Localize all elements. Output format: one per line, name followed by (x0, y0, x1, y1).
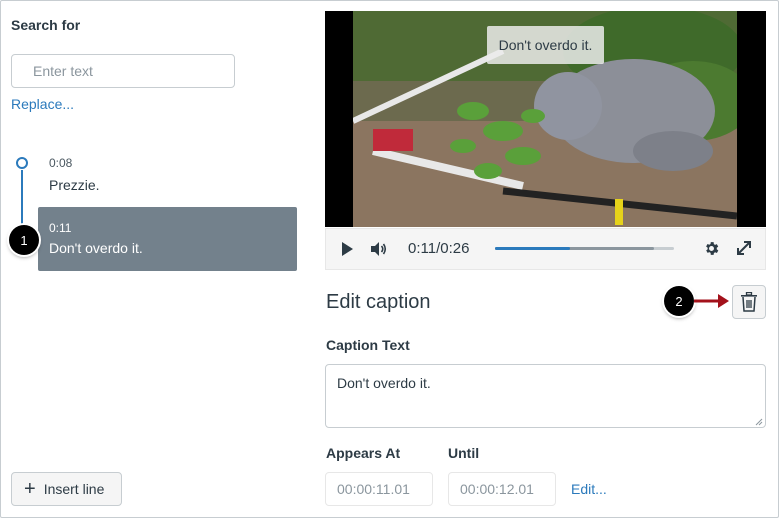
delete-caption-button[interactable] (732, 285, 766, 319)
edit-caption-heading: Edit caption (326, 291, 431, 313)
until-field[interactable] (448, 472, 556, 506)
search-input[interactable] (11, 54, 235, 88)
callout-marker-2: 2 (664, 286, 694, 316)
video-progress-bar[interactable] (495, 247, 674, 250)
trash-icon (741, 292, 757, 312)
progress-played (495, 247, 571, 250)
search-label: Search for (11, 17, 81, 33)
play-icon[interactable] (340, 241, 354, 257)
insert-line-button[interactable]: + Insert line (11, 472, 122, 506)
caption-list-item[interactable]: 0:08 Prezzie. (49, 155, 100, 195)
replace-link[interactable]: Replace... (11, 96, 74, 112)
appears-at-label: Appears At (326, 445, 401, 461)
plus-icon: + (24, 478, 36, 500)
caption-time: 0:11 (49, 221, 72, 235)
insert-line-label: Insert line (43, 481, 105, 497)
caption-time: 0:08 (49, 156, 73, 170)
timeline-dot (16, 157, 28, 169)
callout-arrow-icon (694, 294, 729, 308)
video-time-display: 0:11/0:26 (408, 240, 470, 257)
callout-marker-1: 1 (9, 225, 39, 255)
caption-list-item-selected[interactable]: 0:11 Don't overdo it. (38, 207, 297, 271)
until-label: Until (448, 445, 480, 461)
caption-text: Prezzie. (49, 177, 100, 193)
resize-grip-icon[interactable] (755, 418, 763, 426)
timeline-connector (21, 170, 23, 228)
caption-text-field[interactable] (325, 364, 766, 428)
edit-times-link[interactable]: Edit... (571, 481, 607, 497)
video-caption-overlay: Don't overdo it. (487, 26, 604, 64)
fullscreen-icon[interactable] (736, 240, 752, 256)
caption-text-label: Caption Text (326, 337, 410, 353)
volume-icon[interactable] (370, 240, 388, 258)
appears-at-field[interactable] (325, 472, 433, 506)
gear-icon[interactable] (703, 240, 720, 257)
caption-text: Don't overdo it. (49, 240, 143, 256)
